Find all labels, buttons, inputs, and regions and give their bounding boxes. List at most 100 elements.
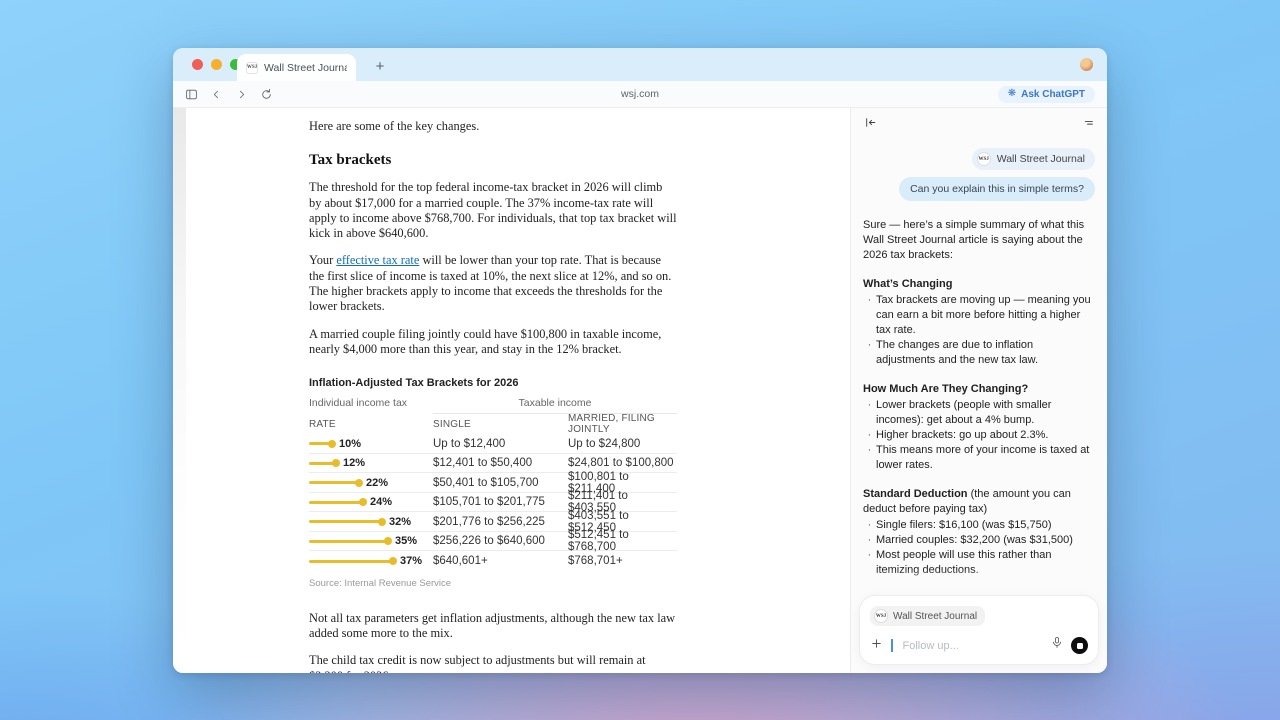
- ask-chatgpt-button[interactable]: ❋ Ask ChatGPT: [998, 86, 1095, 103]
- sidebar-menu-icon[interactable]: [1081, 116, 1094, 134]
- rate-label: 10%: [339, 438, 361, 450]
- followup-input[interactable]: Follow up...: [903, 640, 1044, 652]
- wsj-badge-icon: WSJ: [977, 152, 991, 166]
- rate-label: 32%: [389, 516, 411, 528]
- chart-group-right: Taxable income: [433, 397, 677, 414]
- browser-window: WSJ Wall Street Journal + wsj.com ❋ Ask …: [173, 48, 1107, 673]
- single-range: $105,701 to $201,775: [433, 496, 568, 508]
- rate-bar: [309, 481, 359, 484]
- stop-generating-button[interactable]: [1071, 637, 1088, 654]
- rate-label: 22%: [366, 477, 388, 489]
- rate-label: 24%: [370, 496, 392, 508]
- browser-toolbar: wsj.com ❋ Ask ChatGPT: [173, 81, 1107, 108]
- single-range: $256,226 to $640,600: [433, 535, 568, 547]
- married-range: $24,801 to $100,800: [568, 457, 677, 469]
- chart-column-headers: RATE SINGLE MARRIED, FILING JOINTLY: [309, 414, 677, 434]
- new-tab-button[interactable]: +: [370, 57, 390, 77]
- married-range: $768,701+: [568, 555, 677, 567]
- wsj-favicon-icon: WSJ: [246, 62, 258, 74]
- tab-wall-street-journal[interactable]: WSJ Wall Street Journal: [237, 54, 356, 81]
- column-header-rate: RATE: [309, 419, 433, 430]
- assistant-section-heading: How Much Are They Changing?: [863, 382, 1095, 397]
- article-paragraph: The threshold for the top federal income…: [309, 180, 677, 241]
- assistant-bullet: ·Tax brackets are moving up — meaning yo…: [863, 293, 1095, 338]
- tax-bracket-row: 37% $640,601+$768,701+: [309, 551, 677, 571]
- single-range: $12,401 to $50,400: [433, 457, 568, 469]
- assistant-section: Standard Deduction (the amount you can d…: [863, 487, 1095, 578]
- text-cursor: [891, 639, 893, 652]
- microphone-icon[interactable]: [1051, 636, 1063, 655]
- profile-avatar[interactable]: [1080, 58, 1093, 71]
- composer-chip-label: Wall Street Journal: [893, 611, 977, 622]
- assistant-section-heading: What’s Changing: [863, 277, 1095, 292]
- article-heading-tax-brackets: Tax brackets: [309, 151, 677, 169]
- attach-plus-icon[interactable]: [870, 637, 883, 655]
- article-pane: Here are some of the key changes. Tax br…: [186, 108, 850, 673]
- openai-logo-icon: ❋: [1008, 89, 1016, 99]
- assistant-bullet: ·Most people will use this rather than i…: [863, 548, 1095, 578]
- single-range: $640,601+: [433, 555, 568, 567]
- married-range: $512,451 to $768,700: [568, 529, 677, 553]
- column-header-single: SINGLE: [433, 419, 568, 430]
- close-window-button[interactable]: [192, 59, 203, 70]
- tax-brackets-chart: Inflation-Adjusted Tax Brackets for 2026…: [309, 377, 677, 589]
- assistant-section-heading: Standard Deduction (the amount you can d…: [863, 487, 1095, 517]
- composer-context-chip[interactable]: WSJ Wall Street Journal: [870, 606, 985, 626]
- rate-bar: [309, 540, 388, 543]
- assistant-bullet: ·Higher brackets: go up about 2.3%.: [863, 428, 1095, 443]
- composer: WSJ Wall Street Journal Follow up...: [859, 595, 1099, 666]
- assistant-section: How Much Are They Changing?·Lower bracke…: [863, 382, 1095, 473]
- assistant-bullet: ·Married couples: $32,200 (was $31,500): [863, 533, 1095, 548]
- assistant-message: Sure — here’s a simple summary of what t…: [863, 218, 1095, 620]
- married-range: Up to $24,800: [568, 438, 677, 450]
- chart-group-headers: Individual income tax Taxable income: [309, 397, 677, 414]
- chart-group-left: Individual income tax: [309, 397, 407, 409]
- window-controls: [192, 59, 241, 70]
- source-context-chip[interactable]: WSJ Wall Street Journal: [972, 148, 1095, 170]
- page-left-gutter: [173, 108, 186, 673]
- rate-bar: [309, 520, 382, 523]
- forward-icon[interactable]: [233, 86, 249, 102]
- reload-icon[interactable]: [258, 86, 274, 102]
- single-range: Up to $12,400: [433, 438, 568, 450]
- toggle-sidebar-icon[interactable]: [183, 86, 199, 102]
- minimize-window-button[interactable]: [211, 59, 222, 70]
- article-paragraph: Here are some of the key changes.: [309, 119, 677, 134]
- article-text: Your: [309, 253, 336, 267]
- rate-bar: [309, 560, 393, 563]
- assistant-intro: Sure — here’s a simple summary of what t…: [863, 218, 1095, 263]
- tab-title: Wall Street Journal: [264, 62, 347, 74]
- chatgpt-sidebar: WSJ Wall Street Journal Can you explain …: [850, 108, 1107, 673]
- assistant-section: What’s Changing·Tax brackets are moving …: [863, 277, 1095, 368]
- rate-label: 37%: [400, 555, 422, 567]
- back-icon[interactable]: [208, 86, 224, 102]
- rate-label: 35%: [395, 535, 417, 547]
- article-paragraph: Your effective tax rate will be lower th…: [309, 253, 677, 314]
- rate-label: 12%: [343, 457, 365, 469]
- user-message-bubble: Can you explain this in simple terms?: [899, 177, 1095, 201]
- url-bar[interactable]: wsj.com: [621, 88, 659, 100]
- chart-rows: 10% Up to $12,400Up to $24,800 12% $12,401 …: [309, 434, 677, 571]
- article-paragraph: A married couple filing jointly could ha…: [309, 327, 677, 358]
- tax-bracket-row: 10% Up to $12,400Up to $24,800: [309, 434, 677, 454]
- single-range: $201,776 to $256,225: [433, 516, 568, 528]
- rate-bar: [309, 501, 363, 504]
- chart-source: Source: Internal Revenue Service: [309, 578, 677, 589]
- chart-title: Inflation-Adjusted Tax Brackets for 2026: [309, 377, 677, 389]
- assistant-bullet: ·The changes are due to inflation adjust…: [863, 338, 1095, 368]
- assistant-bullet: ·This means more of your income is taxed…: [863, 443, 1095, 473]
- wsj-badge-icon: WSJ: [874, 609, 888, 623]
- article-paragraph: The child tax credit is now subject to a…: [309, 653, 677, 673]
- collapse-sidebar-icon[interactable]: [864, 116, 877, 134]
- article-paragraph: Not all tax parameters get inflation adj…: [309, 611, 677, 642]
- column-header-married: MARRIED, FILING JOINTLY: [568, 413, 677, 435]
- single-range: $50,401 to $105,700: [433, 477, 568, 489]
- tax-bracket-row: 35% $256,226 to $640,600$512,451 to $768,…: [309, 532, 677, 552]
- source-chip-label: Wall Street Journal: [997, 153, 1085, 165]
- effective-tax-rate-link[interactable]: effective tax rate: [336, 253, 419, 267]
- assistant-bullet: ·Lower brackets (people with smaller inc…: [863, 398, 1095, 428]
- assistant-bullet: ·Single filers: $16,100 (was $15,750): [863, 518, 1095, 533]
- rate-bar: [309, 442, 332, 445]
- conversation: WSJ Wall Street Journal Can you explain …: [851, 142, 1107, 620]
- rate-bar: [309, 462, 336, 465]
